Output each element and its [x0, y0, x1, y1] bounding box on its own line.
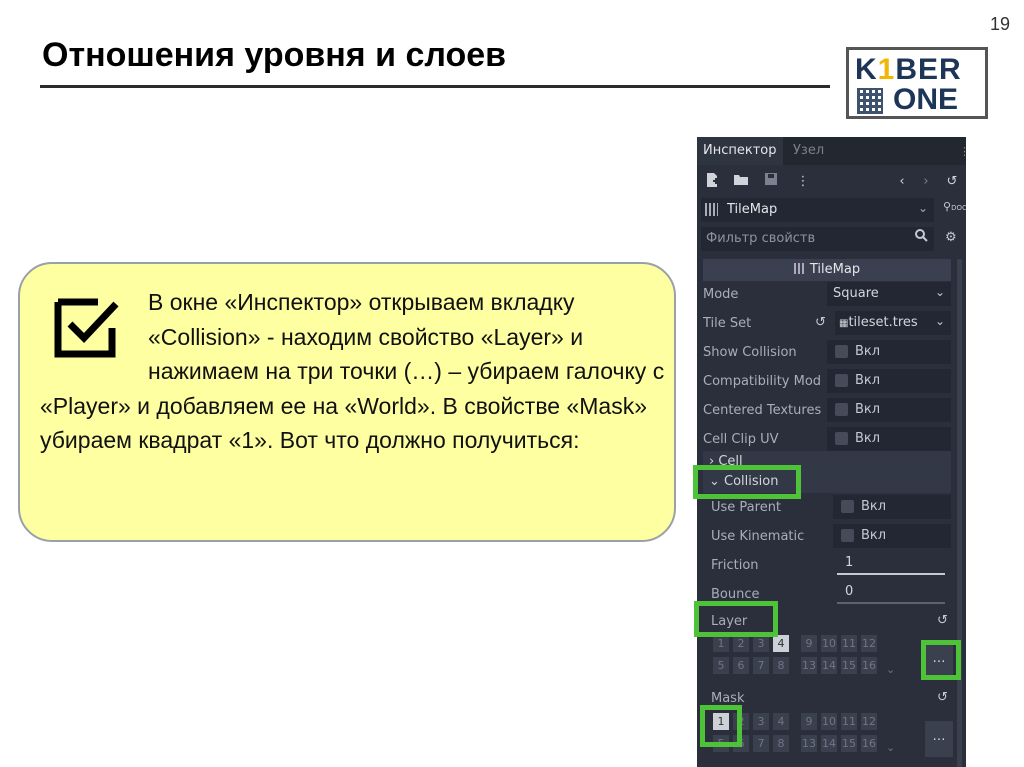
- chevron-down-icon: ⌄: [886, 663, 896, 676]
- tab-menu-icon[interactable]: ⋮: [959, 145, 966, 159]
- layer-bit-8[interactable]: 8: [773, 657, 789, 674]
- chevron-down-icon: ⌄: [886, 741, 896, 754]
- slide-title: Отношения уровня и слоев: [42, 36, 507, 74]
- layer-bit-4[interactable]: 4: [773, 635, 789, 652]
- tab-node[interactable]: Узел: [787, 137, 830, 165]
- layer-bit-14[interactable]: 14: [821, 657, 837, 674]
- checkbox[interactable]: [835, 345, 848, 358]
- mask-bit-15[interactable]: 15: [841, 735, 857, 752]
- object-tools-icon[interactable]: ⚙: [945, 230, 957, 245]
- mask-more-button[interactable]: …: [925, 721, 953, 757]
- tilemap-icon: [705, 203, 718, 216]
- prop-tile-set: Tile Set ↺ ▦tileset.tres ⌄: [703, 311, 951, 337]
- prop-cell-clip-uv: Cell Clip UV Вкл: [703, 427, 951, 453]
- friction-slider[interactable]: 1: [833, 555, 947, 577]
- mask-reset-icon[interactable]: ↺: [937, 690, 948, 705]
- tab-inspector[interactable]: Инспектор: [697, 137, 783, 165]
- prop-mode: Mode Square ⌄: [703, 282, 951, 308]
- prop-compatibility-mode: Compatibility Mod Вкл: [703, 369, 951, 395]
- instruction-text: В окне «Инспектор» открываем вкладку «Co…: [40, 289, 665, 453]
- checkbox[interactable]: [835, 403, 848, 416]
- checkbox[interactable]: [835, 374, 848, 387]
- filter-placeholder: Фильтр свойств: [706, 231, 816, 246]
- friction-slider-fill: [837, 573, 945, 575]
- mask-bit-8[interactable]: 8: [773, 735, 789, 752]
- chevron-down-icon: ⌄: [934, 285, 945, 299]
- mask-bit-13[interactable]: 13: [801, 735, 817, 752]
- layer-bit-13[interactable]: 13: [801, 657, 817, 674]
- page-number: 19: [989, 14, 1010, 34]
- property-filter-input[interactable]: Фильтр свойств: [701, 227, 934, 251]
- open-folder-icon[interactable]: [732, 172, 750, 192]
- layer-bit-grid: 1 2 3 4 9 10 11 12 5 6 7 8 13 14 15 16: [713, 635, 883, 679]
- title-rule: [40, 85, 830, 88]
- checkbox[interactable]: [835, 432, 848, 445]
- kiber-one-logo: K1BER ONE: [846, 47, 988, 119]
- mode-select[interactable]: Square ⌄: [827, 282, 951, 306]
- mask-bit-7[interactable]: 7: [753, 735, 769, 752]
- checkbox[interactable]: [841, 500, 854, 513]
- layer-bit-11[interactable]: 11: [841, 635, 857, 652]
- prop-centered-textures: Centered Textures Вкл: [703, 398, 951, 424]
- tile-set-resource[interactable]: ▦tileset.tres ⌄: [835, 311, 951, 335]
- mask-bit-14[interactable]: 14: [821, 735, 837, 752]
- scrollbar[interactable]: [957, 259, 962, 767]
- mask-bit-16[interactable]: 16: [861, 735, 877, 752]
- layer-bit-10[interactable]: 10: [821, 635, 837, 652]
- collision-highlight: [693, 465, 801, 499]
- layer-bit-7[interactable]: 7: [753, 657, 769, 674]
- more-button-highlight: [921, 640, 961, 680]
- layer-bit-16[interactable]: 16: [861, 657, 877, 674]
- layer-bit-15[interactable]: 15: [841, 657, 857, 674]
- forward-icon[interactable]: ›: [917, 172, 935, 192]
- mask-bit-3[interactable]: 3: [753, 713, 769, 730]
- reset-icon[interactable]: ↺: [815, 315, 826, 330]
- node-selector[interactable]: TileMap ⌄: [701, 198, 934, 222]
- doc-search-icon[interactable]: ⚲DOC: [943, 200, 966, 213]
- prop-show-collision: Show Collision Вкл: [703, 340, 951, 366]
- mask-bit-highlight: [700, 705, 742, 747]
- chevron-down-icon: ⌄: [917, 201, 928, 215]
- more-vertical-icon[interactable]: ⋮: [794, 172, 812, 192]
- mask-bit-9[interactable]: 9: [801, 713, 817, 730]
- qr-code-icon: [857, 88, 883, 114]
- search-icon: [915, 229, 928, 246]
- layer-bit-3[interactable]: 3: [753, 635, 769, 652]
- layer-bit-6[interactable]: 6: [733, 657, 749, 674]
- layer-bit-5[interactable]: 5: [713, 657, 729, 674]
- checkbox[interactable]: [841, 529, 854, 542]
- bounce-slider[interactable]: 0: [833, 584, 947, 606]
- section-tilemap: TileMap: [703, 259, 951, 281]
- layer-bit-12[interactable]: 12: [861, 635, 877, 652]
- chevron-down-icon: ⌄: [934, 314, 945, 328]
- save-icon[interactable]: [762, 172, 780, 192]
- history-icon[interactable]: ↺: [943, 172, 961, 192]
- mask-bit-10[interactable]: 10: [821, 713, 837, 730]
- layer-reset-icon[interactable]: ↺: [937, 613, 948, 628]
- mask-bit-12[interactable]: 12: [861, 713, 877, 730]
- node-selector-label: TileMap: [727, 202, 778, 217]
- mask-bit-11[interactable]: 11: [841, 713, 857, 730]
- mask-bit-4[interactable]: 4: [773, 713, 789, 730]
- back-icon[interactable]: ‹: [893, 172, 911, 192]
- prop-use-kinematic: Use Kinematic Вкл: [703, 524, 951, 550]
- layer-highlight: [694, 601, 778, 637]
- layer-bit-2[interactable]: 2: [733, 635, 749, 652]
- tilemap-icon: [793, 263, 806, 274]
- layer-bit-9[interactable]: 9: [801, 635, 817, 652]
- new-resource-icon[interactable]: [703, 172, 721, 192]
- layer-bit-1[interactable]: 1: [713, 635, 729, 652]
